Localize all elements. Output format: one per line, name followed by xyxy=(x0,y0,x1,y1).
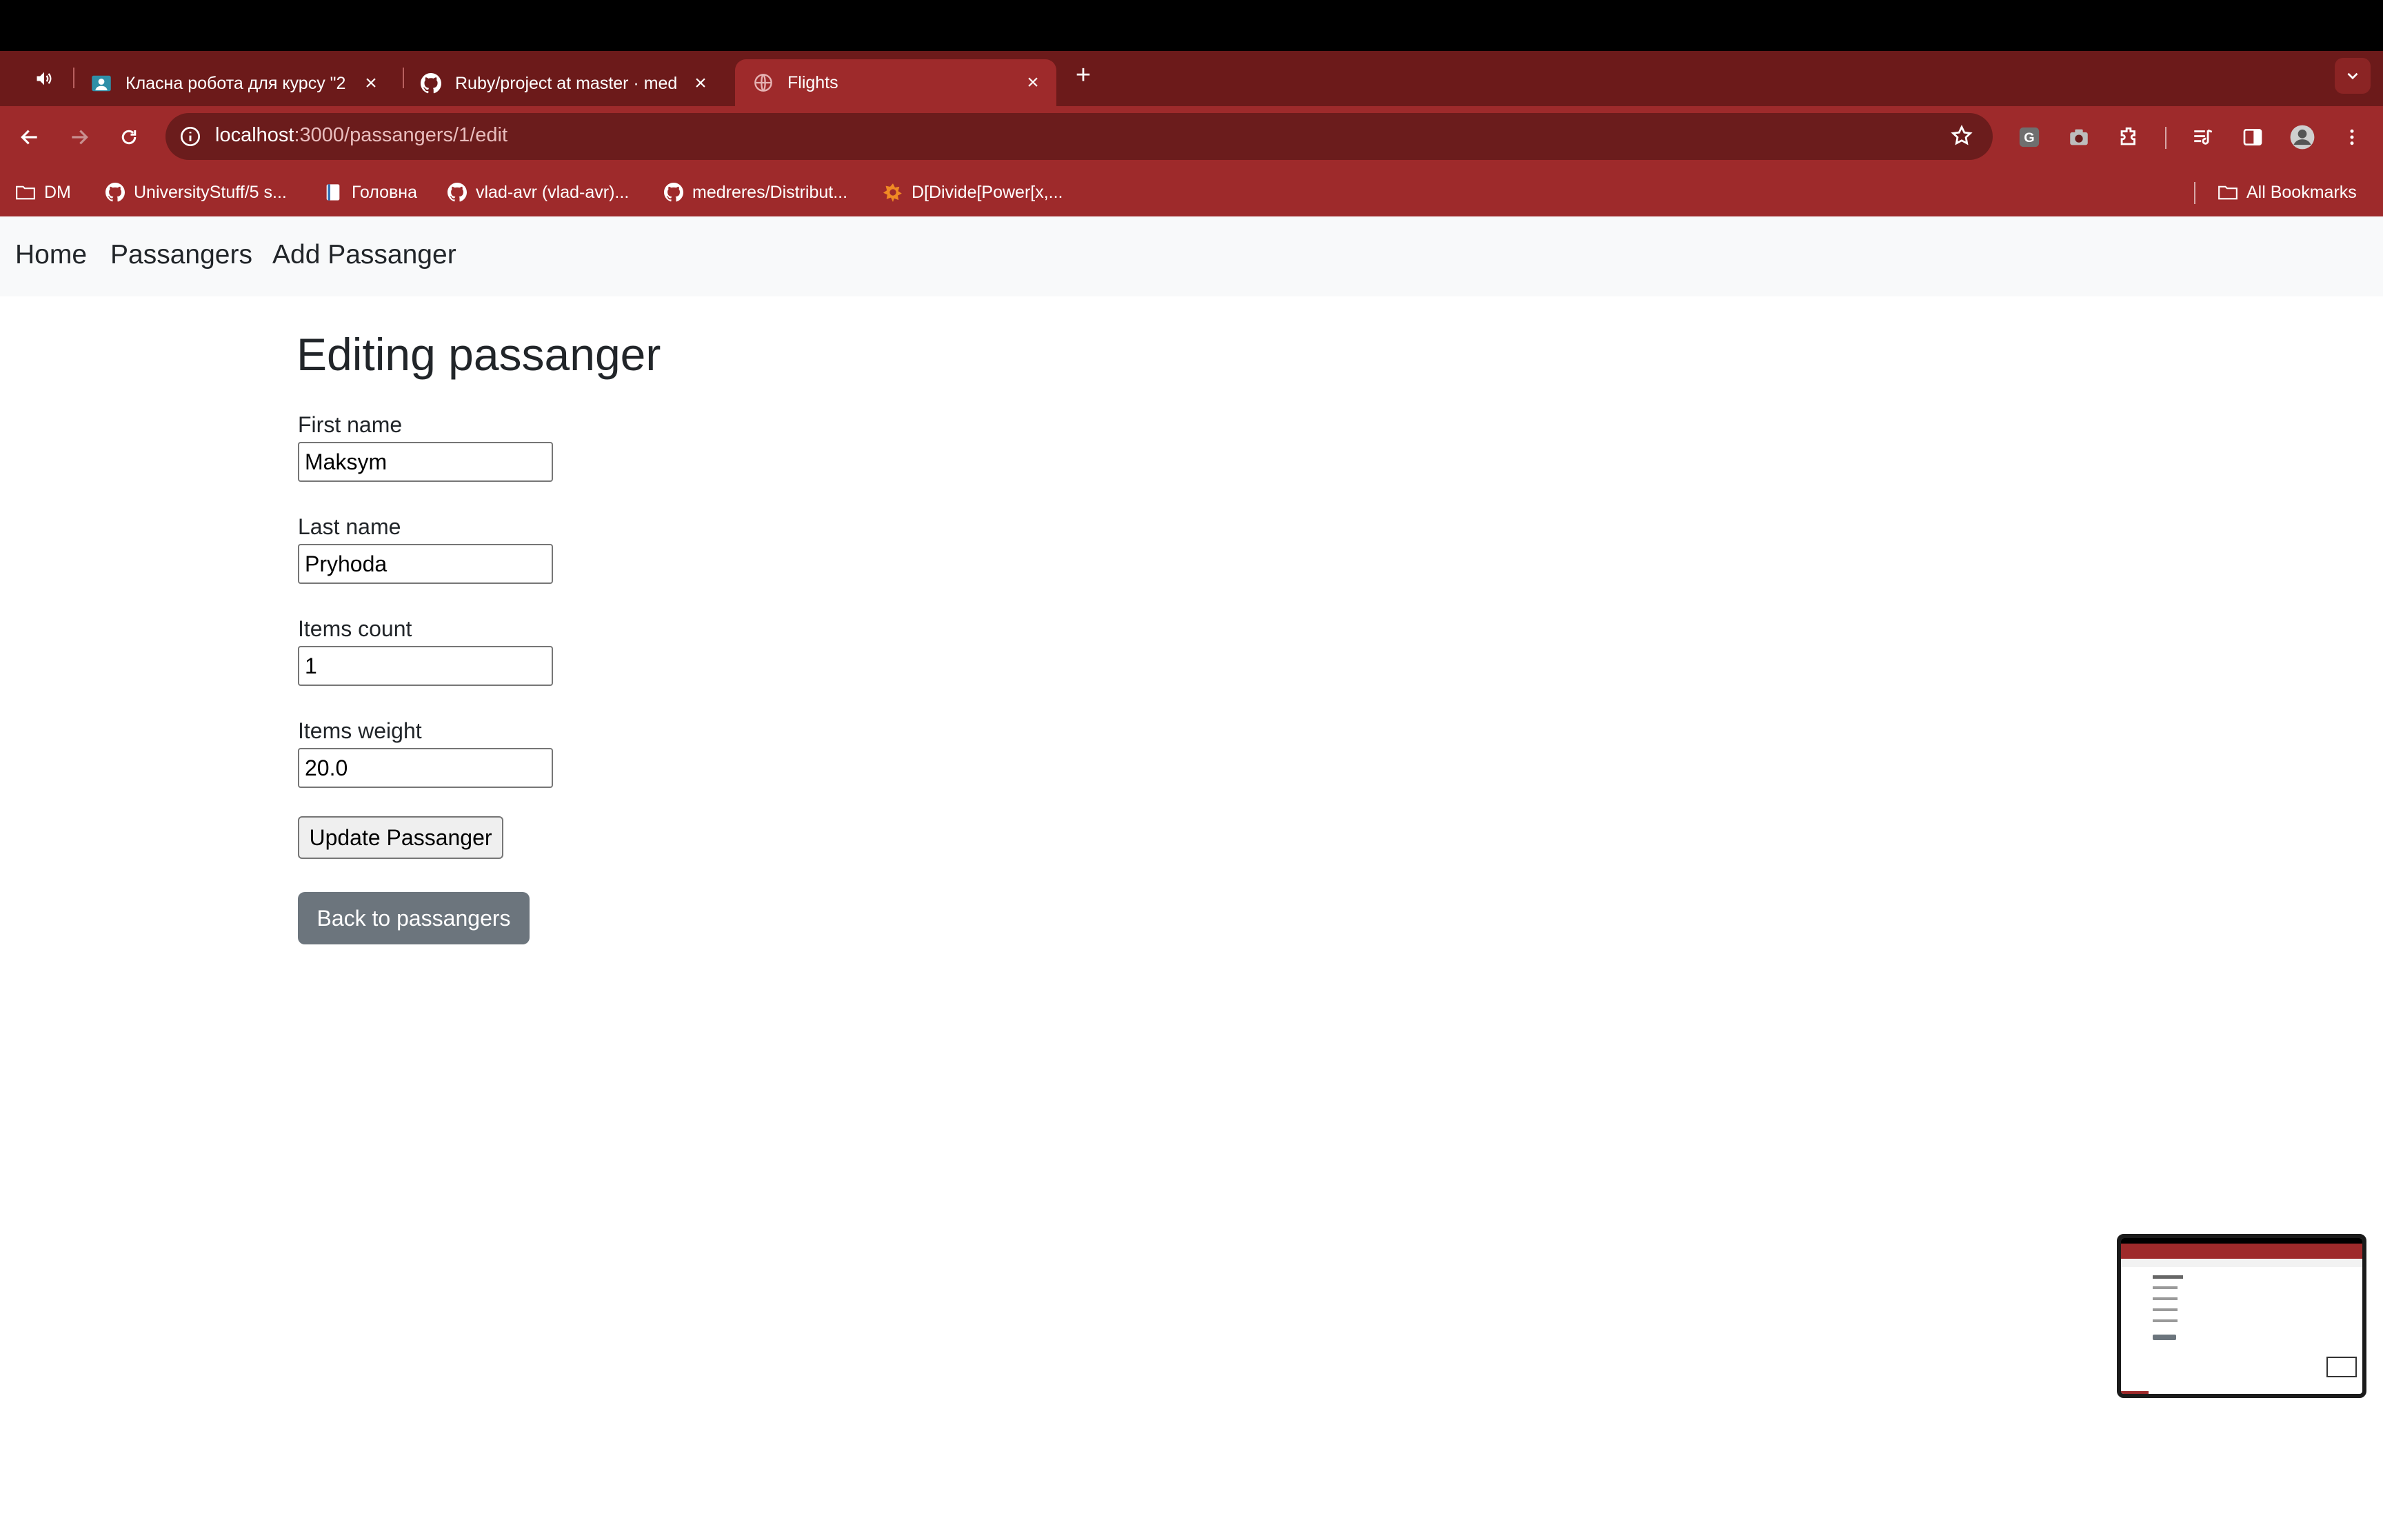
github-icon xyxy=(105,182,125,203)
first-name-label: First name xyxy=(298,412,403,437)
preview-field xyxy=(2153,1297,2178,1300)
github-icon xyxy=(663,182,684,203)
screenshot-preview-thumbnail[interactable] xyxy=(2117,1234,2366,1398)
last-name-label: Last name xyxy=(298,514,401,539)
nav-link-home[interactable]: Home xyxy=(15,240,87,270)
tab-title: Ruby/project at master · med xyxy=(455,73,678,93)
browser-menu-icon[interactable] xyxy=(2339,124,2365,150)
toolbar-separator xyxy=(2165,127,2166,149)
site-info-icon[interactable] xyxy=(179,125,201,148)
wolfram-icon xyxy=(883,182,903,203)
close-tab-icon[interactable]: × xyxy=(1019,71,1047,94)
side-panel-icon[interactable] xyxy=(2240,124,2266,150)
first-name-field[interactable] xyxy=(298,442,553,482)
bookmark-item[interactable]: D[Divide[Power[x,... xyxy=(883,181,1063,204)
all-bookmarks-label: All Bookmarks xyxy=(2246,182,2357,202)
grammar-extension-icon[interactable]: G xyxy=(2016,124,2042,150)
svg-text:G: G xyxy=(2024,130,2034,145)
bookmark-label: UniversityStuff/5 s... xyxy=(134,182,287,202)
page-title: Editing passanger xyxy=(296,329,661,380)
bookmark-label: D[Divide[Power[x,... xyxy=(912,182,1063,202)
bookmark-item[interactable]: Головна xyxy=(323,181,417,204)
url-path: :3000/passangers/1/edit xyxy=(294,124,508,146)
screen-top-bar xyxy=(0,0,2383,51)
preview-button xyxy=(2153,1335,2176,1340)
items-count-label: Items count xyxy=(298,616,412,641)
forward-button[interactable] xyxy=(63,121,95,153)
folder-icon xyxy=(2218,182,2238,203)
update-passanger-button[interactable]: Update Passanger xyxy=(298,816,503,859)
bookmark-item[interactable]: vlad-avr (vlad-avr)... xyxy=(447,181,629,204)
preview-field xyxy=(2153,1286,2178,1289)
items-weight-label: Items weight xyxy=(298,718,422,743)
chevron-down-icon xyxy=(2347,72,2358,80)
reload-icon xyxy=(121,130,137,145)
preview-inner-thumbnail xyxy=(2326,1357,2357,1377)
bookmark-item[interactable]: medreres/Distribut... xyxy=(663,181,847,204)
bookmark-label: vlad-avr (vlad-avr)... xyxy=(476,182,630,202)
github-icon xyxy=(447,182,467,203)
arrow-left-icon xyxy=(21,130,37,145)
folder-icon xyxy=(15,182,36,203)
globe-icon xyxy=(753,72,774,93)
back-button[interactable] xyxy=(14,121,46,153)
preview-top-bar xyxy=(2121,1238,2362,1244)
bookmark-item[interactable]: UniversityStuff/5 s... xyxy=(105,181,287,204)
bookmark-item[interactable]: DM xyxy=(15,181,71,204)
address-bar[interactable]: localhost:3000/passangers/1/edit xyxy=(165,113,1993,160)
bookmark-star-icon[interactable] xyxy=(1950,124,1975,149)
tab-title: Flights xyxy=(787,72,838,92)
bookmark-label: Головна xyxy=(352,182,417,202)
nav-link-add-passanger[interactable]: Add Passanger xyxy=(272,240,456,270)
close-tab-icon[interactable]: × xyxy=(357,72,385,95)
bookmarks-bar: DM UniversityStuff/5 s... Головна vlad-a… xyxy=(0,168,2383,216)
nav-link-passangers[interactable]: Passangers xyxy=(110,240,252,270)
tab-github[interactable]: Ruby/project at master · med × xyxy=(403,61,724,106)
media-control-icon[interactable] xyxy=(2190,124,2216,150)
camera-extension-icon[interactable] xyxy=(2066,124,2092,150)
tab-classroom[interactable]: Класна робота для курсу "2 × xyxy=(73,61,394,106)
tab-flights[interactable]: Flights × xyxy=(735,59,1056,106)
site-navbar: Home Passangers Add Passanger xyxy=(0,216,2383,296)
new-tab-button[interactable]: + xyxy=(1067,61,1099,90)
bookmark-label: medreres/Distribut... xyxy=(692,182,848,202)
arrow-right-icon xyxy=(72,130,88,145)
url-text[interactable]: localhost:3000/passangers/1/edit xyxy=(215,124,507,147)
github-icon xyxy=(421,73,441,94)
tab-search-button[interactable] xyxy=(2335,58,2371,94)
classroom-icon xyxy=(91,73,112,94)
items-weight-field[interactable] xyxy=(298,748,553,788)
profile-avatar-icon[interactable] xyxy=(2289,124,2315,150)
preview-field xyxy=(2153,1308,2178,1311)
tab-audio-icon[interactable] xyxy=(30,65,58,92)
preview-bottom-bar xyxy=(2121,1391,2149,1394)
preview-field xyxy=(2153,1319,2178,1322)
preview-chrome xyxy=(2121,1244,2362,1259)
extensions-puzzle-icon[interactable] xyxy=(2115,124,2142,150)
preview-heading xyxy=(2153,1275,2183,1279)
url-host: localhost xyxy=(215,124,294,146)
close-tab-icon[interactable]: × xyxy=(687,72,714,95)
bookmarks-separator xyxy=(2194,182,2195,204)
back-to-passangers-button[interactable]: Back to passangers xyxy=(298,892,530,944)
browser-toolbar: localhost:3000/passangers/1/edit G xyxy=(0,106,2383,168)
reload-button[interactable] xyxy=(113,121,145,153)
bookmark-label: DM xyxy=(44,182,71,202)
all-bookmarks-button[interactable]: All Bookmarks xyxy=(2218,181,2357,204)
items-count-field[interactable] xyxy=(298,646,553,686)
preview-navbar xyxy=(2121,1259,2362,1267)
page-icon xyxy=(323,182,343,203)
tab-title: Класна робота для курсу "2 xyxy=(125,73,346,93)
tab-strip: Класна робота для курсу "2 × Ruby/projec… xyxy=(0,51,2383,106)
last-name-field[interactable] xyxy=(298,544,553,584)
